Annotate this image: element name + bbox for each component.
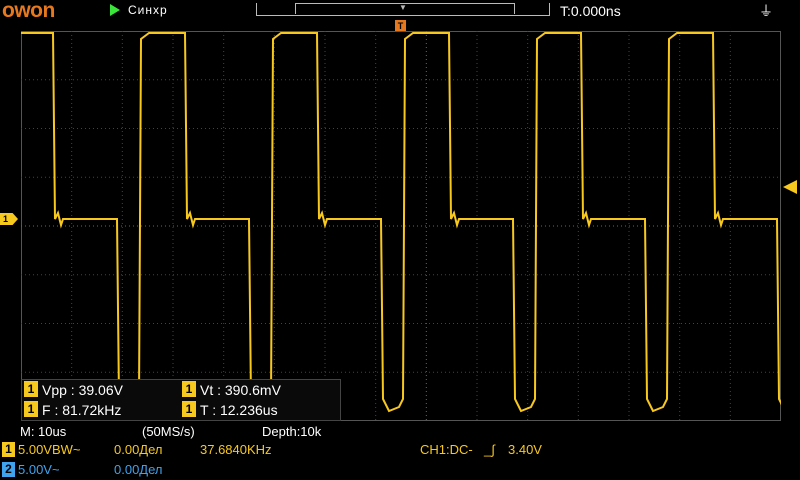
measurement-frequency: 1F : 81.72kHz xyxy=(24,401,121,419)
trigger-source: CH1:DC- xyxy=(420,442,473,457)
memory-depth-label[interactable]: Depth:10k xyxy=(262,424,321,439)
timebase-row: M: 10us (50MS/s) Depth:10k xyxy=(0,422,800,440)
trigger-level: 3.40V xyxy=(508,442,542,457)
measurement-panel: 1 Vpp : 39.06V 1 Vt : 390.6mV 1F : 81.72kH… xyxy=(21,379,341,421)
ch2-badge: 2 xyxy=(2,462,15,477)
rising-edge-icon: _∫ xyxy=(484,442,495,457)
measurement-period: 1T : 12.236us xyxy=(182,401,278,419)
ch1-badge: 1 xyxy=(2,442,15,457)
trigger-time-label: T:0.000ns xyxy=(560,3,621,19)
measurement-vt: 1 Vt : 390.6mV xyxy=(182,381,281,399)
ch2-info-row[interactable]: 2 5.00V~ 0.00Дел xyxy=(0,460,800,479)
timebase-label[interactable]: M: 10us xyxy=(20,424,66,439)
ch1-waveform xyxy=(21,32,781,413)
ch1-volts-div: 5.00VBW~ xyxy=(18,442,81,457)
measurement-vpp: 1 Vpp : 39.06V xyxy=(24,381,123,399)
sample-rate-label: (50MS/s) xyxy=(142,424,195,439)
top-status-bar: owon Синхр ▼ T:0.000ns ⏚ xyxy=(0,0,800,22)
ch1-offset: 0.00Дел xyxy=(114,442,163,457)
trigger-position-marker: ▼ xyxy=(399,3,407,12)
run-state-label: Синхр xyxy=(128,3,168,17)
memory-position-bar[interactable]: ▼ xyxy=(256,3,550,16)
ch1-info-row[interactable]: 1 5.00VBW~ 0.00Дел 37.6840KHz CH1:DC- _∫… xyxy=(0,440,800,459)
ch2-volts-div: 5.00V~ xyxy=(18,462,60,477)
ch1-frequency: 37.6840KHz xyxy=(200,442,272,457)
usb-icon: ⏚ xyxy=(759,3,773,19)
owon-logo: owon xyxy=(2,0,55,22)
ch1-position-marker[interactable]: 1 xyxy=(0,213,18,225)
run-state-icon[interactable] xyxy=(110,4,120,16)
trigger-level-marker[interactable] xyxy=(783,180,797,194)
ch2-offset: 0.00Дел xyxy=(114,462,163,477)
waveform-display xyxy=(21,31,781,421)
